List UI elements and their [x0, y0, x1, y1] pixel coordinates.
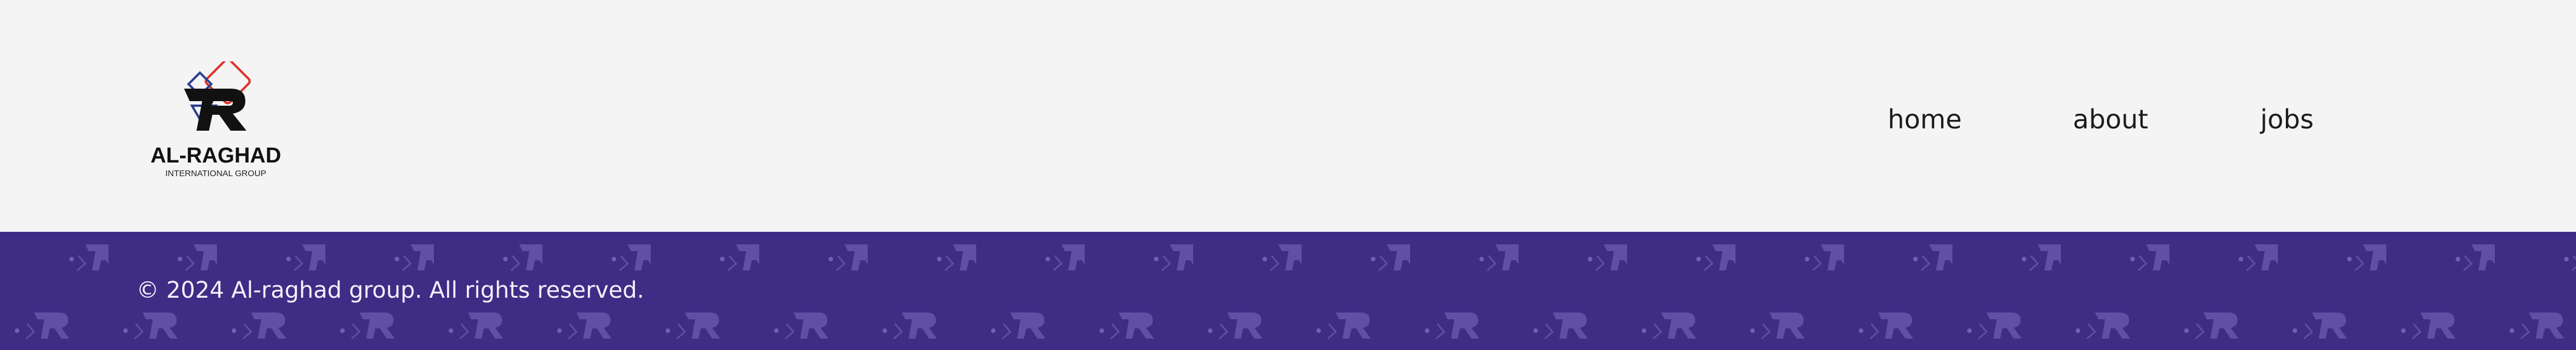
- nav-jobs-link[interactable]: jobs: [2260, 99, 2314, 139]
- brand-subtitle: INTERNATIONAL GROUP: [165, 169, 266, 178]
- brand-logo[interactable]: AL-RAGHAD INTERNATIONAL GROUP: [145, 61, 287, 184]
- copyright-text: © 2024 Al-raghad group. All rights reser…: [136, 277, 645, 303]
- nav-about-link[interactable]: about: [2073, 99, 2148, 139]
- site-header: AL-RAGHAD INTERNATIONAL GROUP home about…: [0, 0, 2576, 232]
- brand-name: AL-RAGHAD: [150, 144, 282, 168]
- r-monogram-logo-icon: [184, 61, 251, 131]
- site-footer: © 2024 Al-raghad group. All rights reser…: [0, 232, 2576, 350]
- nav-home-link[interactable]: home: [1888, 99, 1962, 139]
